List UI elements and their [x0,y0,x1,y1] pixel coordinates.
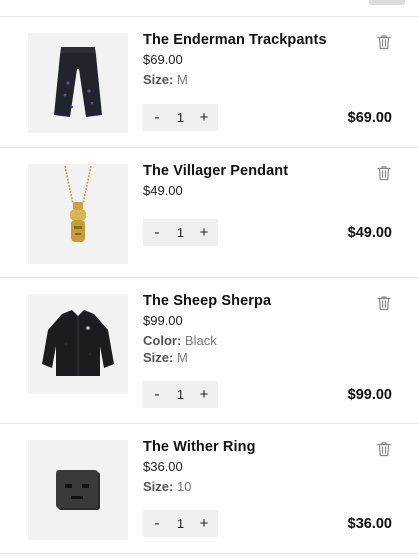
product-title[interactable]: The Enderman Trackpants [143,32,327,48]
product-option: Color: Black [143,333,217,348]
cart-item: The Sheep Sherpa $99.00 Color: Black Siz… [0,277,419,423]
quantity-value[interactable]: 1 [177,110,184,125]
trash-icon[interactable] [377,441,391,457]
cart-item-list: The Enderman Trackpants $69.00 Size: M -… [0,0,419,558]
product-image[interactable] [28,440,128,540]
decrease-quantity-button[interactable]: - [150,225,164,240]
option-value: 10 [176,479,192,494]
option-value: M [176,350,188,365]
decrease-quantity-button[interactable]: - [150,110,164,125]
product-title[interactable]: The Wither Ring [143,439,256,455]
trash-icon[interactable] [377,165,391,181]
cart-item: The Wither Ring $36.00 Size: 10 - 1 + $3… [0,423,419,554]
option-value: Black [184,333,217,348]
line-total: $99.00 [347,387,392,403]
quantity-value[interactable]: 1 [177,387,184,402]
product-price: $49.00 [143,183,183,198]
option-value: M [176,72,188,87]
line-total: $69.00 [347,110,392,126]
product-option: Size: M [143,72,188,87]
product-price: $99.00 [143,313,183,328]
option-label: Size: [143,479,174,494]
trackpants-illustration [54,47,102,117]
product-title[interactable]: The Sheep Sherpa [143,293,271,309]
increase-quantity-button[interactable]: + [197,225,211,240]
quantity-stepper: - 1 + [143,104,218,131]
increase-quantity-button[interactable]: + [197,110,211,125]
product-image[interactable] [28,164,128,264]
cart-item: The Enderman Trackpants $69.00 Size: M -… [0,16,419,147]
line-total: $36.00 [347,516,392,532]
trash-icon[interactable] [377,34,391,50]
product-image[interactable] [28,294,128,394]
quantity-stepper: - 1 + [143,381,218,408]
increase-quantity-button[interactable]: + [197,516,211,531]
option-label: Size: [143,72,174,87]
sherpa-jacket-illustration [42,310,114,376]
quantity-stepper: - 1 + [143,219,218,246]
option-label: Color: [143,333,182,348]
product-option: Size: M [143,350,188,365]
product-price: $36.00 [143,459,183,474]
quantity-value[interactable]: 1 [177,225,184,240]
option-label: Size: [143,350,174,365]
cart-item: The Villager Pendant $49.00 - 1 + $49.00 [0,147,419,277]
quantity-value[interactable]: 1 [177,516,184,531]
product-price: $69.00 [143,52,183,67]
product-option: Size: 10 [143,479,191,494]
wither-ring-illustration [56,470,100,510]
decrease-quantity-button[interactable]: - [150,387,164,402]
product-title[interactable]: The Villager Pendant [143,163,288,179]
pendant-illustration [64,165,92,242]
trash-icon[interactable] [377,295,391,311]
line-total: $49.00 [347,225,392,241]
product-image[interactable] [28,33,128,133]
decrease-quantity-button[interactable]: - [150,516,164,531]
increase-quantity-button[interactable]: + [197,387,211,402]
quantity-stepper: - 1 + [143,510,218,537]
